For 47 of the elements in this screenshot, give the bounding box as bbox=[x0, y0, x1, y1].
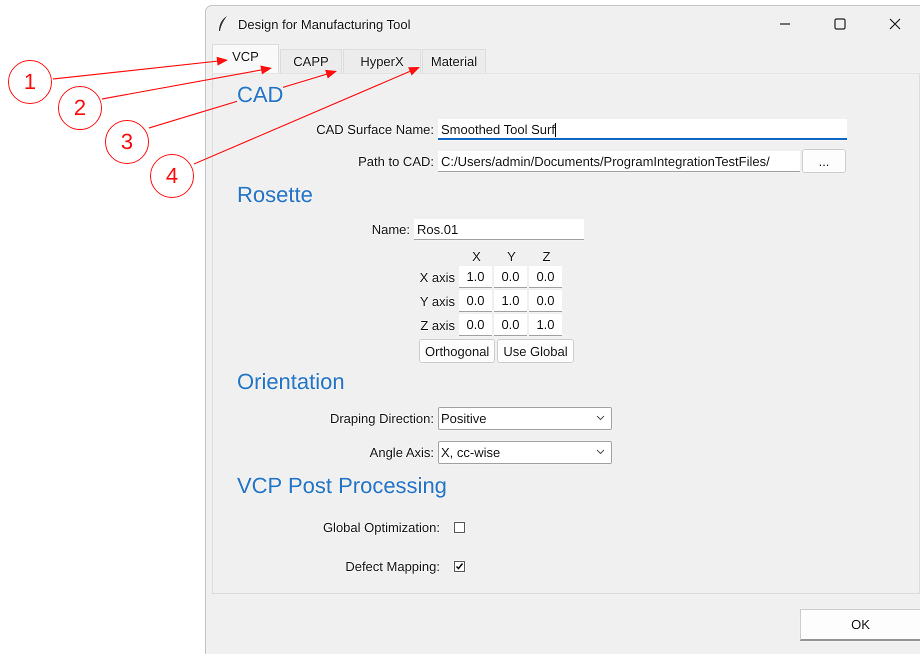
tab[interactable]: Material bbox=[422, 49, 486, 73]
field-label: Path to CAD: bbox=[357, 154, 435, 168]
row-label: Y axis bbox=[418, 294, 456, 308]
callout-number: 2 bbox=[58, 86, 102, 130]
tab[interactable]: CAPP bbox=[280, 49, 342, 73]
matrix-field[interactable]: 1.0 bbox=[459, 266, 492, 288]
close-icon[interactable] bbox=[889, 18, 901, 30]
checkbox-label: Global Optimization: bbox=[322, 520, 441, 534]
field-label: CAD Surface Name: bbox=[315, 122, 435, 136]
ok-button[interactable]: OK bbox=[800, 609, 920, 641]
action-button[interactable]: Orthogonal bbox=[419, 339, 496, 363]
text-field[interactable]: Smoothed Tool Surf bbox=[438, 118, 847, 140]
matrix-field[interactable]: 0.0 bbox=[529, 290, 562, 312]
matrix-field[interactable]: 0.0 bbox=[494, 266, 527, 288]
callout-number: 4 bbox=[150, 154, 194, 198]
column-header: X bbox=[471, 248, 482, 264]
row-label: Z axis bbox=[419, 318, 456, 332]
chevron-down-icon bbox=[596, 415, 605, 421]
field-label: Angle Axis: bbox=[368, 444, 435, 460]
matrix-field[interactable]: 0.0 bbox=[459, 290, 492, 312]
action-button[interactable]: Use Global bbox=[497, 339, 574, 363]
matrix-field[interactable]: 0.0 bbox=[529, 266, 562, 288]
text-field[interactable]: Ros.01 bbox=[414, 218, 584, 240]
matrix-field[interactable]: 0.0 bbox=[494, 314, 527, 336]
checkbox[interactable] bbox=[454, 522, 465, 532]
tab[interactable]: VCP bbox=[212, 44, 279, 73]
dropdown[interactable]: X, cc-wise bbox=[438, 440, 612, 464]
callout-number: 3 bbox=[105, 120, 149, 164]
matrix-field[interactable]: 1.0 bbox=[494, 290, 527, 312]
checkbox[interactable] bbox=[454, 560, 465, 572]
column-header: Y bbox=[506, 248, 517, 264]
row-label: X axis bbox=[418, 270, 456, 284]
chevron-down-icon bbox=[596, 449, 605, 455]
field-label: Draping Direction: bbox=[328, 410, 435, 426]
dropdown[interactable]: Positive bbox=[438, 406, 612, 430]
checkbox-label: Defect Mapping: bbox=[344, 558, 441, 574]
tab[interactable]: HyperX bbox=[343, 49, 421, 73]
text-field[interactable]: C:/Users/admin/Documents/ProgramIntegrationTestFiles/ bbox=[438, 150, 800, 172]
callout-number: 1 bbox=[8, 60, 52, 104]
matrix-field[interactable]: 1.0 bbox=[529, 314, 562, 336]
window-title: Design for Manufacturing Tool bbox=[238, 16, 410, 32]
matrix-field[interactable]: 0.0 bbox=[459, 314, 492, 336]
maximize-icon[interactable] bbox=[834, 18, 846, 30]
feather-icon bbox=[218, 16, 228, 32]
browse-button[interactable]: ... bbox=[802, 149, 846, 173]
column-header: Z bbox=[542, 248, 552, 264]
field-label: Name: bbox=[370, 222, 411, 236]
